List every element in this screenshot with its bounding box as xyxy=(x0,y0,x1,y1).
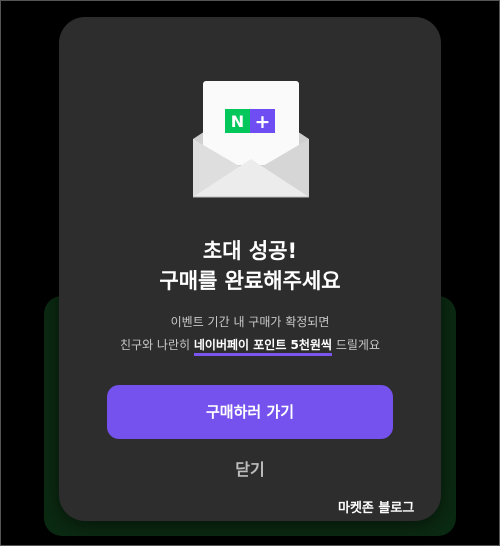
modal-description-line1: 이벤트 기간 내 구매가 확정되면 xyxy=(170,315,330,329)
reward-highlight: 네이버페이 포인트 5천원씩 xyxy=(193,338,333,356)
badge-plus-text: + xyxy=(255,111,271,133)
invite-success-modal: N + 초대 성공! 구매를 완료해주세요 이벤트 기간 내 구매가 확정되면 … xyxy=(59,17,441,521)
modal-description-line2: 친구와 나란히 네이버페이 포인트 5천원씩 드릴게요 xyxy=(59,336,441,356)
modal-title-line2: 구매를 완료해주세요 xyxy=(159,269,341,293)
close-button[interactable]: 닫기 xyxy=(200,455,300,485)
envelope-icon: N + xyxy=(193,81,309,198)
blog-watermark: 마켓존 블로그 xyxy=(338,501,415,516)
description-prefix: 친구와 나란히 xyxy=(119,338,194,352)
naver-plus-icon: N + xyxy=(225,109,275,133)
go-purchase-button[interactable]: 구매하러 가기 xyxy=(107,385,393,439)
badge-n-text: N xyxy=(231,112,244,131)
modal-title-line1: 초대 성공! xyxy=(202,239,298,263)
description-suffix: 드릴게요 xyxy=(332,338,380,352)
